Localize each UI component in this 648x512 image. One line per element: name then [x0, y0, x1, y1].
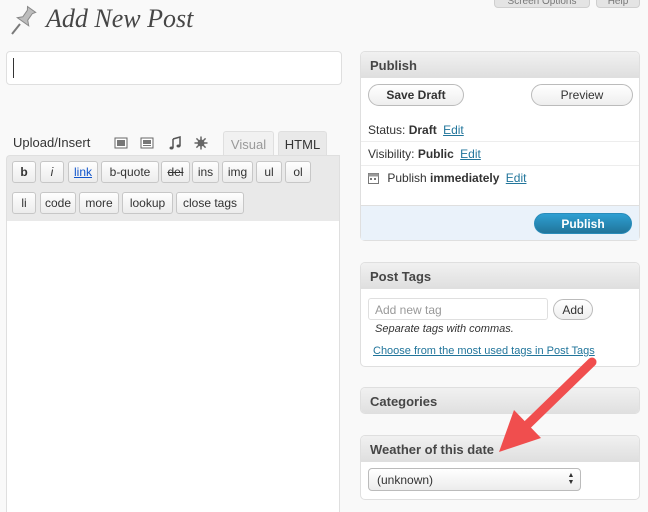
upload-insert-label: Upload/Insert	[13, 135, 91, 150]
li-button[interactable]: li	[12, 192, 36, 214]
del-button[interactable]: del	[161, 161, 190, 183]
screen-options-tab[interactable]: Screen Options	[494, 0, 590, 8]
weather-select[interactable]: (unknown) ▲ ▼	[368, 468, 581, 491]
visibility-row: Visibility: Public Edit	[361, 142, 639, 166]
close-tags-button[interactable]: close tags	[176, 192, 244, 214]
calendar-icon	[368, 173, 379, 184]
visibility-edit-link[interactable]: Edit	[460, 147, 481, 161]
save-draft-button[interactable]: Save Draft	[368, 84, 464, 106]
ins-button[interactable]: ins	[192, 161, 219, 183]
add-tag-button[interactable]: Add	[553, 299, 593, 320]
audio-icon[interactable]	[168, 136, 182, 150]
pushpin-icon	[11, 5, 37, 35]
italic-button[interactable]: i	[40, 161, 64, 183]
status-row: Status: Draft Edit	[361, 118, 639, 142]
visibility-label: Visibility:	[368, 147, 415, 161]
tab-visual[interactable]: Visual	[223, 131, 274, 156]
video-icon[interactable]	[140, 136, 154, 150]
tab-html[interactable]: HTML	[278, 131, 327, 156]
schedule-value: immediately	[430, 171, 500, 185]
more-button[interactable]: more	[79, 192, 119, 214]
weather-selected-value: (unknown)	[377, 473, 434, 487]
code-button[interactable]: code	[40, 192, 76, 214]
post-title-input[interactable]	[6, 51, 342, 85]
status-value: Draft	[408, 123, 437, 137]
select-arrows-icon: ▲ ▼	[567, 472, 575, 486]
schedule-row: Publish immediately Edit	[361, 166, 639, 190]
text-caret	[13, 58, 14, 78]
publish-button[interactable]: Publish	[534, 213, 632, 234]
ol-button[interactable]: ol	[285, 161, 311, 183]
weather-title[interactable]: Weather of this date	[361, 436, 639, 462]
visibility-value: Public	[417, 147, 454, 161]
image-icon[interactable]	[114, 136, 128, 150]
status-label: Status:	[368, 123, 406, 137]
schedule-prefix: Publish	[387, 171, 427, 185]
bold-button[interactable]: b	[12, 161, 36, 183]
help-tab[interactable]: Help	[596, 0, 640, 8]
categories-title[interactable]: Categories	[361, 388, 639, 413]
link-button[interactable]: link	[68, 161, 98, 183]
tag-hint: Separate tags with commas.	[375, 323, 514, 335]
page-title: Add New Post	[46, 4, 194, 33]
preview-button[interactable]: Preview	[531, 84, 633, 106]
publish-box-title[interactable]: Publish	[361, 52, 639, 78]
tag-cloud-link[interactable]: Choose from the most used tags in Post T…	[373, 345, 595, 357]
ul-button[interactable]: ul	[256, 161, 282, 183]
status-edit-link[interactable]: Edit	[443, 123, 464, 137]
media-icon[interactable]	[194, 136, 208, 150]
img-button[interactable]: img	[222, 161, 253, 183]
new-tag-input[interactable]: Add new tag	[368, 298, 548, 320]
lookup-button[interactable]: lookup	[122, 192, 173, 214]
post-tags-title[interactable]: Post Tags	[361, 263, 639, 289]
blockquote-button[interactable]: b-quote	[101, 161, 159, 183]
content-textarea[interactable]	[6, 221, 340, 512]
categories-box: Categories	[360, 387, 640, 414]
schedule-edit-link[interactable]: Edit	[506, 171, 527, 185]
